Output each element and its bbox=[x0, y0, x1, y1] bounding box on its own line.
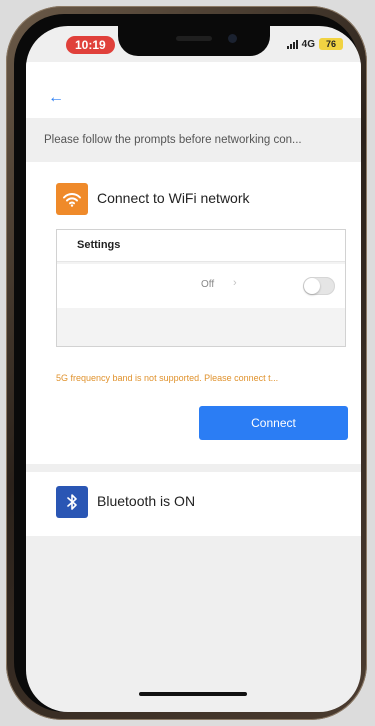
connect-button[interactable]: Connect bbox=[199, 406, 348, 440]
wifi-icon bbox=[56, 183, 88, 215]
wifi-status-label: Off bbox=[201, 279, 215, 290]
network-type: 4G bbox=[301, 38, 315, 50]
wifi-toggle[interactable] bbox=[303, 277, 335, 295]
wifi-section-title: Connect to WiFi network bbox=[97, 190, 250, 206]
speaker-grille bbox=[176, 36, 212, 41]
toggle-knob bbox=[304, 278, 320, 294]
wifi-section: Connect to WiFi network Settings Off › 5… bbox=[26, 162, 361, 464]
bluetooth-section: Bluetooth is ON bbox=[26, 472, 361, 536]
status-indicators: 4G 76 bbox=[286, 38, 343, 50]
navigation-bar: ← bbox=[26, 62, 361, 118]
app-screen: 10:19 4G 76 ← Please follow the prompts … bbox=[26, 26, 361, 712]
notch bbox=[118, 26, 270, 56]
phone-frame: 10:19 4G 76 ← Please follow the prompts … bbox=[6, 6, 367, 720]
frequency-warning: 5G frequency band is not supported. Plea… bbox=[56, 373, 279, 383]
signal-icon bbox=[286, 39, 298, 49]
bluetooth-icon bbox=[56, 486, 88, 518]
battery-icon: 76 bbox=[319, 38, 343, 50]
settings-title: Settings bbox=[77, 239, 121, 251]
chevron-right-icon: › bbox=[233, 277, 237, 289]
status-time: 10:19 bbox=[66, 36, 115, 54]
back-arrow-icon[interactable]: ← bbox=[48, 90, 64, 106]
wifi-setting-row[interactable]: Off › bbox=[57, 264, 345, 308]
settings-header: Settings bbox=[57, 230, 345, 262]
home-indicator[interactable] bbox=[139, 692, 247, 696]
networking-prompt: Please follow the prompts before network… bbox=[26, 118, 361, 162]
settings-panel: Settings Off › bbox=[56, 229, 346, 347]
bluetooth-status: Bluetooth is ON bbox=[97, 493, 196, 509]
front-camera bbox=[228, 34, 237, 43]
